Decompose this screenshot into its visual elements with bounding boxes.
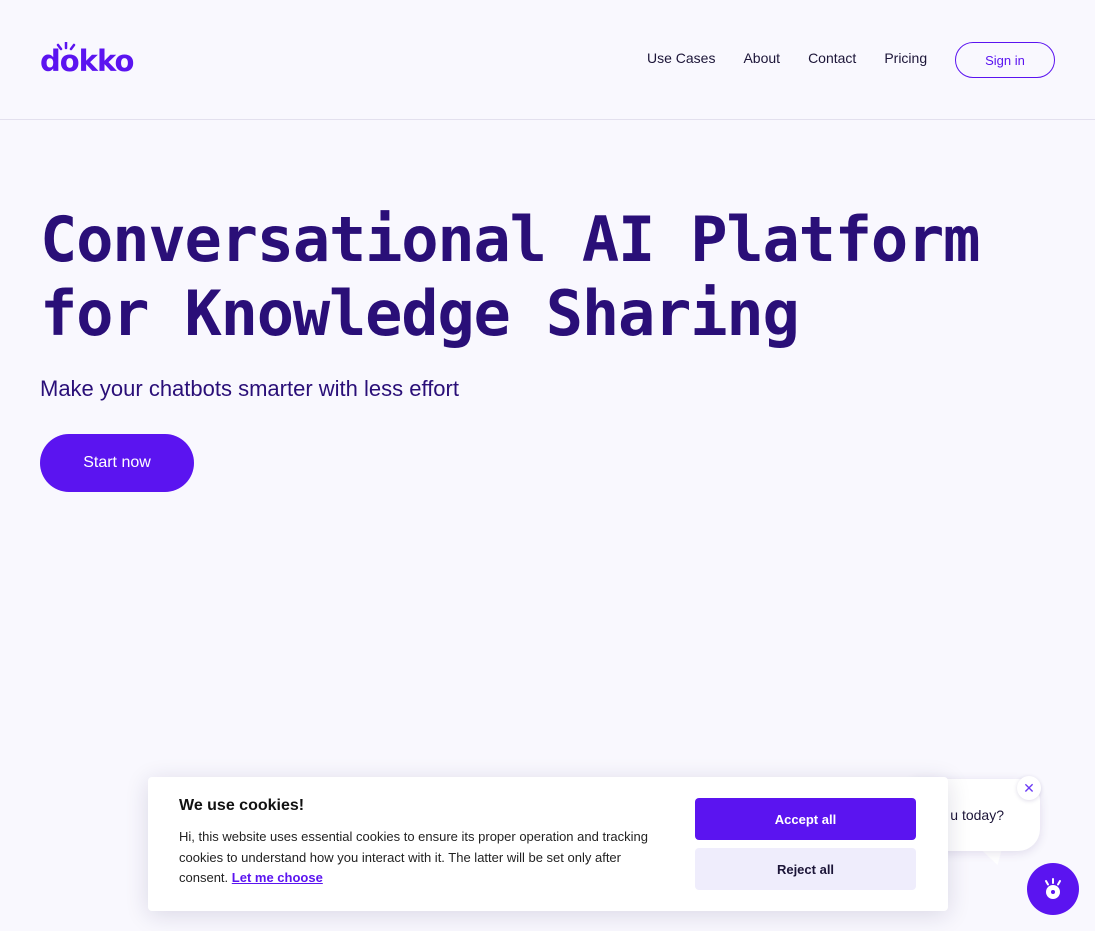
let-me-choose-link[interactable]: Let me choose: [232, 870, 323, 885]
sign-in-button[interactable]: Sign in: [955, 42, 1055, 78]
cookie-text: Hi, this website uses essential cookies …: [179, 827, 649, 889]
hero-title: Conversational AI Platform for Knowledge…: [40, 203, 981, 350]
accept-all-button[interactable]: Accept all: [695, 798, 916, 840]
site-header: dokko Use Cases About Contact Pricing Si…: [0, 0, 1095, 120]
dokko-bot-icon: [1045, 878, 1061, 899]
logo-rays-icon: [56, 42, 76, 51]
close-icon[interactable]: ✕: [1017, 776, 1041, 800]
chat-launcher-button[interactable]: [1027, 863, 1079, 915]
reject-all-button[interactable]: Reject all: [695, 848, 916, 890]
nav-about[interactable]: About: [743, 50, 780, 66]
dokko-logo[interactable]: dokko: [40, 42, 134, 76]
start-now-button[interactable]: Start now: [40, 434, 194, 492]
hero-subtitle: Make your chatbots smarter with less eff…: [40, 376, 459, 401]
nav-contact[interactable]: Contact: [808, 50, 856, 66]
main-nav: Use Cases About Contact Pricing: [647, 50, 927, 66]
cookie-banner: We use cookies! Hi, this website uses es…: [148, 777, 948, 911]
nav-use-cases[interactable]: Use Cases: [647, 50, 715, 66]
nav-pricing[interactable]: Pricing: [884, 50, 927, 66]
chat-bubble-text: u today?: [950, 807, 1004, 823]
cookie-title: We use cookies!: [179, 797, 305, 814]
